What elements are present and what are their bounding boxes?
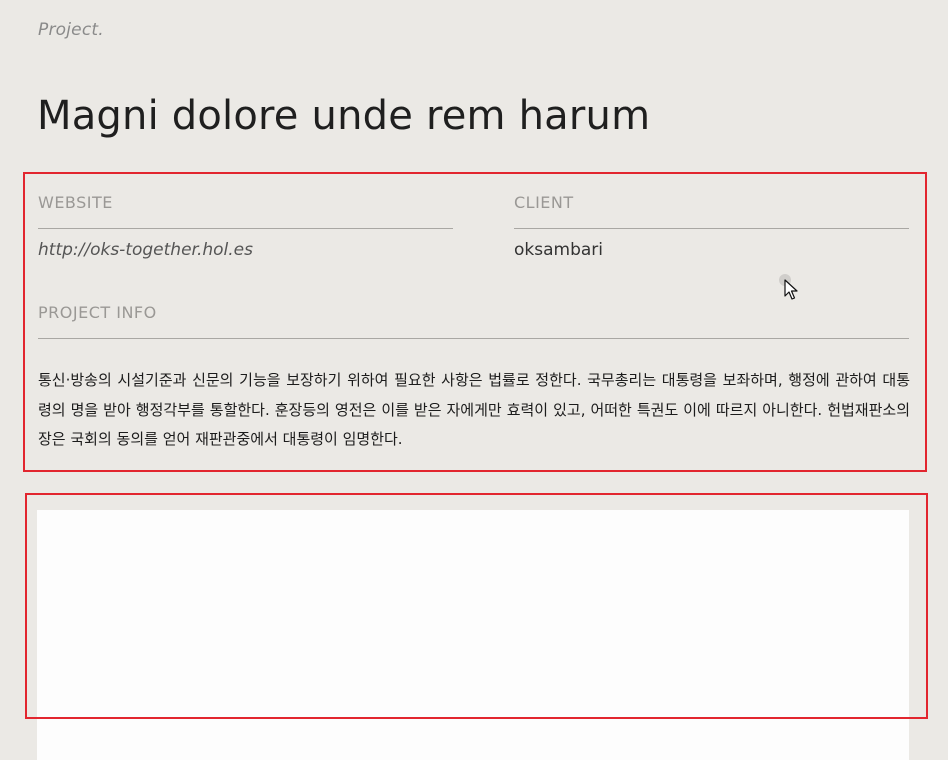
website-link[interactable]: http://oks-together.hol.es [38, 240, 253, 260]
project-info-text: 통신·방송의 시설기준과 신문의 기능을 보장하기 위하여 필요한 사항은 법률… [38, 371, 910, 448]
client-label: CLIENT [514, 193, 574, 212]
client-divider [514, 228, 909, 229]
project-info-divider [38, 338, 909, 339]
section-eyebrow: Project. [38, 20, 104, 40]
highlight-box-image [25, 493, 928, 719]
client-value: oksambari [514, 240, 604, 260]
project-page: Project. Magni dolore unde rem harum WEB… [0, 0, 948, 760]
page-title: Magni dolore unde rem harum [37, 93, 651, 139]
arrow-pointer-icon [779, 274, 798, 300]
project-info-label: PROJECT INFO [38, 303, 157, 322]
website-divider [38, 228, 453, 229]
website-label: WEBSITE [38, 193, 113, 212]
